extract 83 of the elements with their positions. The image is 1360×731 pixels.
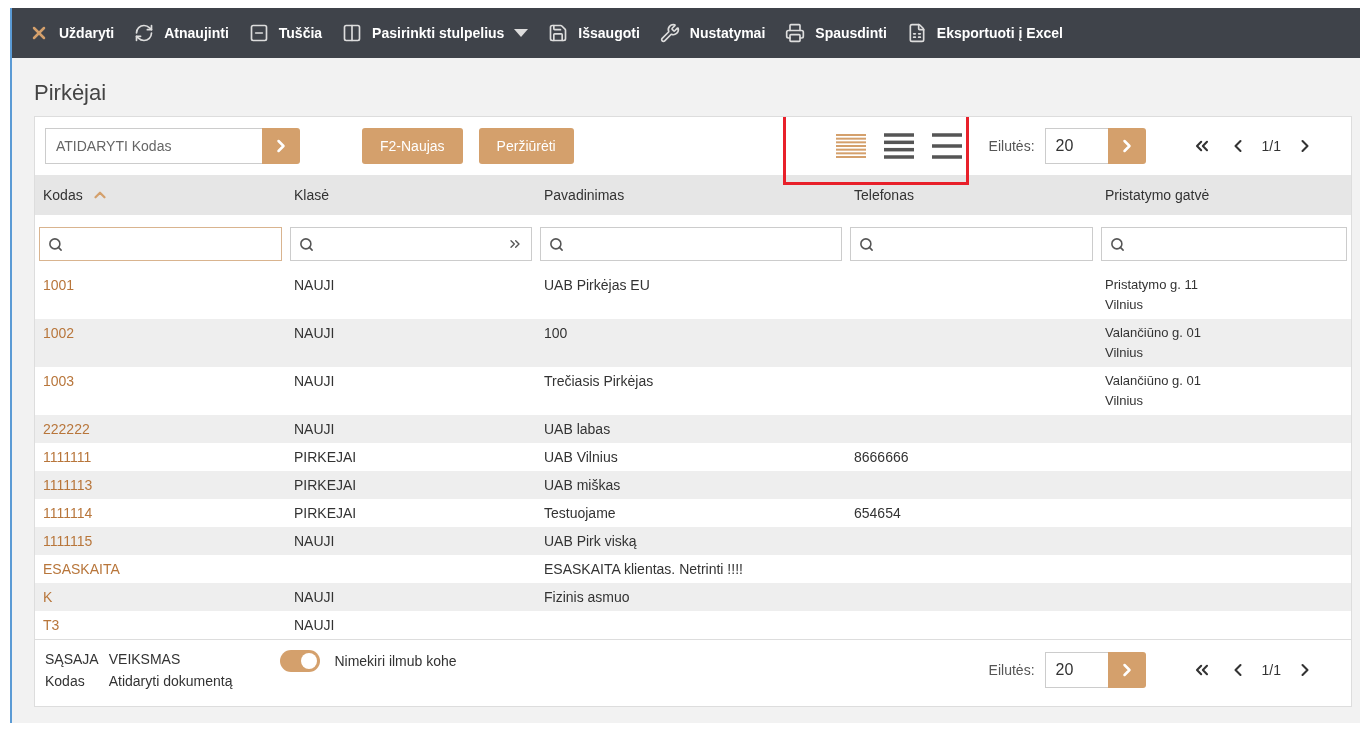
table-cell-text: Testuojame	[543, 504, 617, 523]
code-link[interactable]: 1003	[35, 367, 286, 415]
code-link[interactable]: 1111111	[35, 443, 286, 471]
toolbar-button[interactable]: Nustatymai	[656, 23, 769, 43]
legend-key: SĄSAJA	[45, 648, 99, 670]
table-cell-text: NAUJI	[293, 420, 336, 439]
columns-icon	[342, 23, 363, 43]
table-cell-text: 654654	[853, 504, 902, 523]
page-indicator: 1/1	[1260, 662, 1282, 678]
table-cell-text: NAUJI	[293, 616, 336, 635]
code-link[interactable]: 1111114	[35, 499, 286, 527]
page-title: Pirkėjai	[33, 79, 108, 107]
table-cell-text: NAUJI	[293, 324, 336, 343]
search-icon	[1110, 236, 1125, 252]
filter-field[interactable]	[290, 227, 532, 261]
toolbar-button[interactable]: Uždaryti	[26, 23, 118, 43]
toolbar-button[interactable]: Išsaugoti	[545, 23, 643, 43]
table-cell-text: 100	[543, 324, 569, 343]
table-row[interactable]: 1111113 PIRKEJAI UAB miškas	[35, 471, 1351, 499]
toggle-label: Nimekiri ilmub kohe	[334, 653, 457, 669]
code-link[interactable]: 1001	[35, 271, 286, 319]
table-cell-text: NAUJI	[293, 276, 336, 295]
minus-square-icon	[248, 23, 269, 43]
column-header[interactable]: Klasė	[286, 175, 536, 215]
filter-field[interactable]	[540, 227, 842, 261]
refresh-icon	[134, 23, 155, 43]
column-header[interactable]: Pavadinimas	[536, 175, 846, 215]
wrench-icon	[659, 23, 680, 43]
code-link[interactable]: ESASKAITA	[35, 555, 286, 583]
toggle-switch[interactable]	[280, 650, 321, 672]
table-cell-text: Valančiūno g. 01 Vilnius	[1104, 372, 1202, 410]
apply-button[interactable]	[1107, 128, 1146, 164]
open-code-field[interactable]: ATIDARYTI Kodas	[45, 128, 262, 164]
table-cell-text: NAUJI	[293, 372, 336, 391]
toolbar-button[interactable]: Spausdinti	[782, 23, 890, 43]
toolbar-button[interactable]: Pasirinkti stulpelius	[339, 23, 532, 43]
column-header[interactable]: Kodas	[35, 175, 286, 215]
open-button[interactable]	[262, 128, 300, 164]
table-cell-text: Pristatymo g. 11 Vilnius	[1104, 276, 1199, 314]
filter-field[interactable]	[39, 227, 282, 261]
save-icon	[548, 23, 569, 43]
table-cell-text: UAB Vilnius	[543, 448, 619, 467]
toolbar-button[interactable]: Eksportuoti į Excel	[903, 23, 1066, 43]
table-row[interactable]: 1111115 NAUJI UAB Pirk viską	[35, 527, 1351, 555]
table-cell-text: UAB miškas	[543, 476, 622, 495]
table-cell-text: Fizinis asmuo	[543, 588, 631, 607]
table-cell-text: UAB Pirkėjas EU	[543, 276, 651, 295]
rows-label: Eilutės:	[988, 662, 1035, 678]
table-cell-text: PIRKEJAI	[293, 476, 358, 495]
legend-key: VEIKSMAS	[108, 648, 233, 670]
rows-field[interactable]: 20	[1044, 128, 1108, 164]
search-icon	[859, 236, 874, 252]
table-cell-text: Valančiūno g. 01 Vilnius	[1104, 324, 1202, 362]
legend-value: Kodas	[45, 672, 86, 691]
caret-down-icon	[514, 28, 529, 38]
table-cell-text: PIRKEJAI	[293, 448, 358, 467]
rows-label: Eilutės:	[988, 138, 1035, 154]
table-row[interactable]: 222222 NAUJI UAB labas	[35, 415, 1351, 443]
column-header[interactable]: Pristatymo gatvė	[1097, 175, 1351, 215]
toolbar-button[interactable]: Tuščia	[245, 23, 326, 43]
table-cell-text: NAUJI	[293, 588, 336, 607]
column-header[interactable]: Telefonas	[846, 175, 1097, 215]
page-indicator: 1/1	[1260, 138, 1282, 154]
search-icon	[549, 236, 564, 252]
table-row[interactable]: 1002 NAUJI 100 Valančiūno g. 01 Vilnius	[35, 319, 1351, 367]
table-cell-text: ESASKAITA klientas. Netrinti !!!!	[543, 560, 744, 579]
table-cell-text: PIRKEJAI	[293, 504, 358, 523]
table-cell-text: UAB labas	[543, 420, 612, 439]
search-icon	[299, 236, 314, 252]
apply-button[interactable]	[1107, 652, 1146, 688]
table-cell-text: NAUJI	[293, 532, 336, 551]
legend-value: Atidaryti dokumentą	[108, 672, 233, 691]
filter-field[interactable]	[1101, 227, 1347, 261]
search-icon	[48, 236, 63, 252]
table-cell-text: UAB Pirk viską	[543, 532, 638, 551]
table-cell-text: 8666666	[853, 448, 910, 467]
printer-icon	[785, 23, 806, 43]
toolbar-button[interactable]: Atnaujinti	[131, 23, 232, 43]
table-cell-text: Trečiasis Pirkėjas	[543, 372, 655, 391]
filter-field[interactable]	[850, 227, 1093, 261]
table-row[interactable]: K NAUJI Fizinis asmuo	[35, 583, 1351, 611]
code-link[interactable]: T3	[35, 611, 286, 639]
rows-field[interactable]: 20	[1044, 652, 1108, 688]
